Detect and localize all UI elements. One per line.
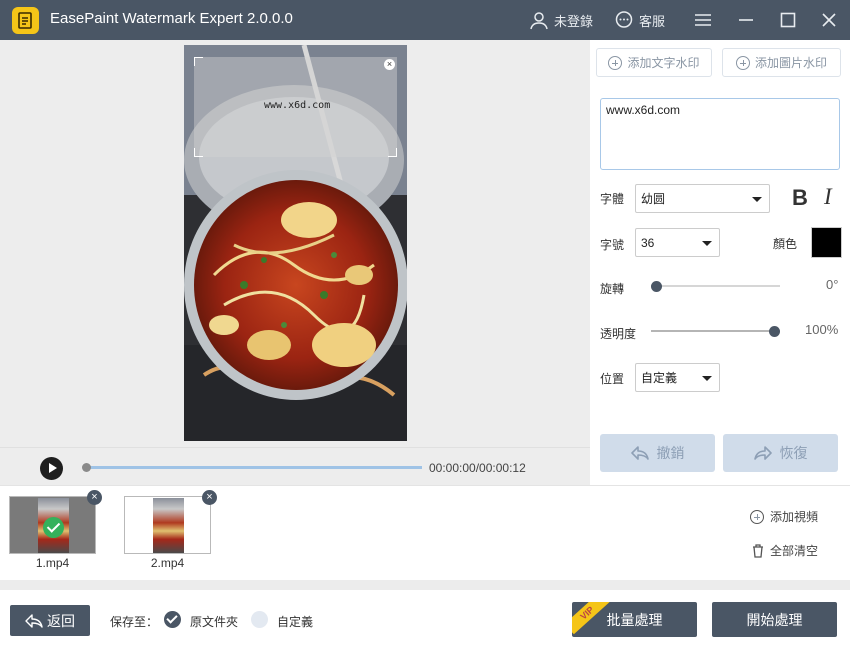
add-circle-icon [750,509,764,524]
seek-knob[interactable] [82,463,91,472]
watermark-text: www.x6d.com [264,100,331,111]
size-value: 36 [641,235,655,250]
chat-icon [615,11,633,28]
footer: 返回 保存至： 原文件夾 自定義 VIP 批量處理 開始處理 [0,590,850,650]
video-preview: × www.x6d.com [184,45,407,441]
remove-file-icon[interactable]: × [202,490,217,505]
settings-panel: 添加文字水印 添加圖片水印 www.x6d.com 字體 幼圆 B I 字號 3… [590,40,850,485]
add-image-watermark-label: 添加圖片水印 [754,56,827,70]
file-thumbnail[interactable]: × [124,490,217,554]
hamburger-icon [695,14,711,26]
opacity-label: 透明度 [600,327,637,341]
font-value: 幼圆 [641,192,666,206]
maximize-button[interactable] [778,10,800,30]
close-button[interactable] [819,10,841,30]
remove-file-icon[interactable]: × [87,490,102,505]
preview-area: × www.x6d.com [0,40,590,447]
position-select[interactable]: 自定義 [635,363,720,392]
redo-icon [753,446,772,460]
save-to-label: 保存至： [110,615,159,629]
app-title: EasePaint Watermark Expert 2.0.0.0 [50,10,293,27]
rotation-slider[interactable] [651,281,780,292]
chevron-down-icon [752,197,762,202]
divider [0,580,850,590]
selected-check-icon [43,517,64,538]
back-button[interactable]: 返回 [10,605,90,636]
login-label: 未登錄 [554,13,594,29]
position-value: 自定義 [641,371,678,385]
size-select[interactable]: 36 [635,228,720,257]
rotation-label: 旋轉 [600,282,625,296]
service-label: 客服 [639,13,666,29]
clear-all-button[interactable]: 全部清空 [752,542,818,559]
redo-label: 恢復 [779,445,808,461]
thumbnail-image [153,498,184,553]
add-text-watermark-label: 添加文字水印 [627,56,700,70]
add-text-watermark-button[interactable]: 添加文字水印 [596,48,712,77]
start-process-label: 開始處理 [746,611,803,628]
vip-badge: VIP [572,602,610,635]
batch-process-button[interactable]: VIP 批量處理 [572,602,697,637]
font-select[interactable]: 幼圆 [635,184,770,213]
add-circle-icon [735,55,750,70]
clear-all-label: 全部清空 [770,544,819,558]
undo-icon [630,446,649,460]
custom-label: 自定義 [277,615,314,629]
add-circle-icon [608,55,623,70]
maximize-icon [780,12,796,28]
close-icon [822,13,836,27]
opacity-slider[interactable] [651,326,780,337]
undo-label: 撤銷 [656,445,685,461]
watermark-delete-icon[interactable]: × [384,59,395,70]
save-custom-radio[interactable] [251,611,268,628]
add-video-label: 添加視頻 [770,510,819,524]
position-label: 位置 [600,372,625,386]
redo-button[interactable]: 恢復 [723,434,838,472]
back-label: 返回 [47,612,75,629]
file-name: 2.mp4 [150,556,185,570]
opacity-slider-knob[interactable] [769,326,780,337]
add-image-watermark-button[interactable]: 添加圖片水印 [722,48,841,77]
color-swatch[interactable] [811,227,842,258]
back-icon [25,613,43,628]
app-logo-icon [12,7,39,34]
start-process-button[interactable]: 開始處理 [712,602,837,637]
user-icon [530,12,548,30]
bold-button[interactable]: B [792,185,808,211]
rotation-value: 0° [826,277,839,292]
menu-button[interactable] [693,10,715,30]
customer-service-button[interactable]: 客服 [614,10,665,30]
watermark-box[interactable]: × www.x6d.com [194,57,397,157]
save-original-folder-radio[interactable] [164,611,181,628]
font-label: 字體 [600,192,625,206]
batch-process-label: 批量處理 [606,611,663,628]
file-strip: × 1.mp4 × 2.mp4 添加視頻 全部清空 [0,485,850,580]
file-thumbnail[interactable]: × [9,490,102,554]
player-bar: 00:00:00/00:00:12 [0,447,590,485]
undo-button[interactable]: 撤銷 [600,434,715,472]
file-name: 1.mp4 [35,556,70,570]
resize-handle-bottom-left[interactable] [194,148,203,157]
seek-bar[interactable] [82,463,422,472]
italic-button[interactable]: I [824,184,832,210]
minimize-icon [739,19,753,21]
time-readout: 00:00:00/00:00:12 [429,461,526,475]
login-button[interactable]: 未登錄 [529,10,593,30]
color-label: 顏色 [773,237,798,251]
title-bar: EasePaint Watermark Expert 2.0.0.0 未登錄 客… [0,0,850,40]
play-button[interactable] [40,457,63,480]
size-label: 字號 [600,238,625,252]
resize-handle-bottom-right[interactable] [388,148,397,157]
opacity-value: 100% [805,322,839,337]
original-folder-label: 原文件夾 [190,615,239,629]
opacity-slider-fill [651,330,774,332]
minimize-button[interactable] [736,10,758,30]
watermark-text-input[interactable]: www.x6d.com [600,98,840,170]
trash-icon [753,543,763,558]
chevron-down-icon [702,241,712,246]
add-video-button[interactable]: 添加視頻 [750,508,818,525]
rotation-slider-knob[interactable] [651,281,662,292]
chevron-down-icon [702,376,712,381]
resize-handle-top-left[interactable] [194,57,203,66]
